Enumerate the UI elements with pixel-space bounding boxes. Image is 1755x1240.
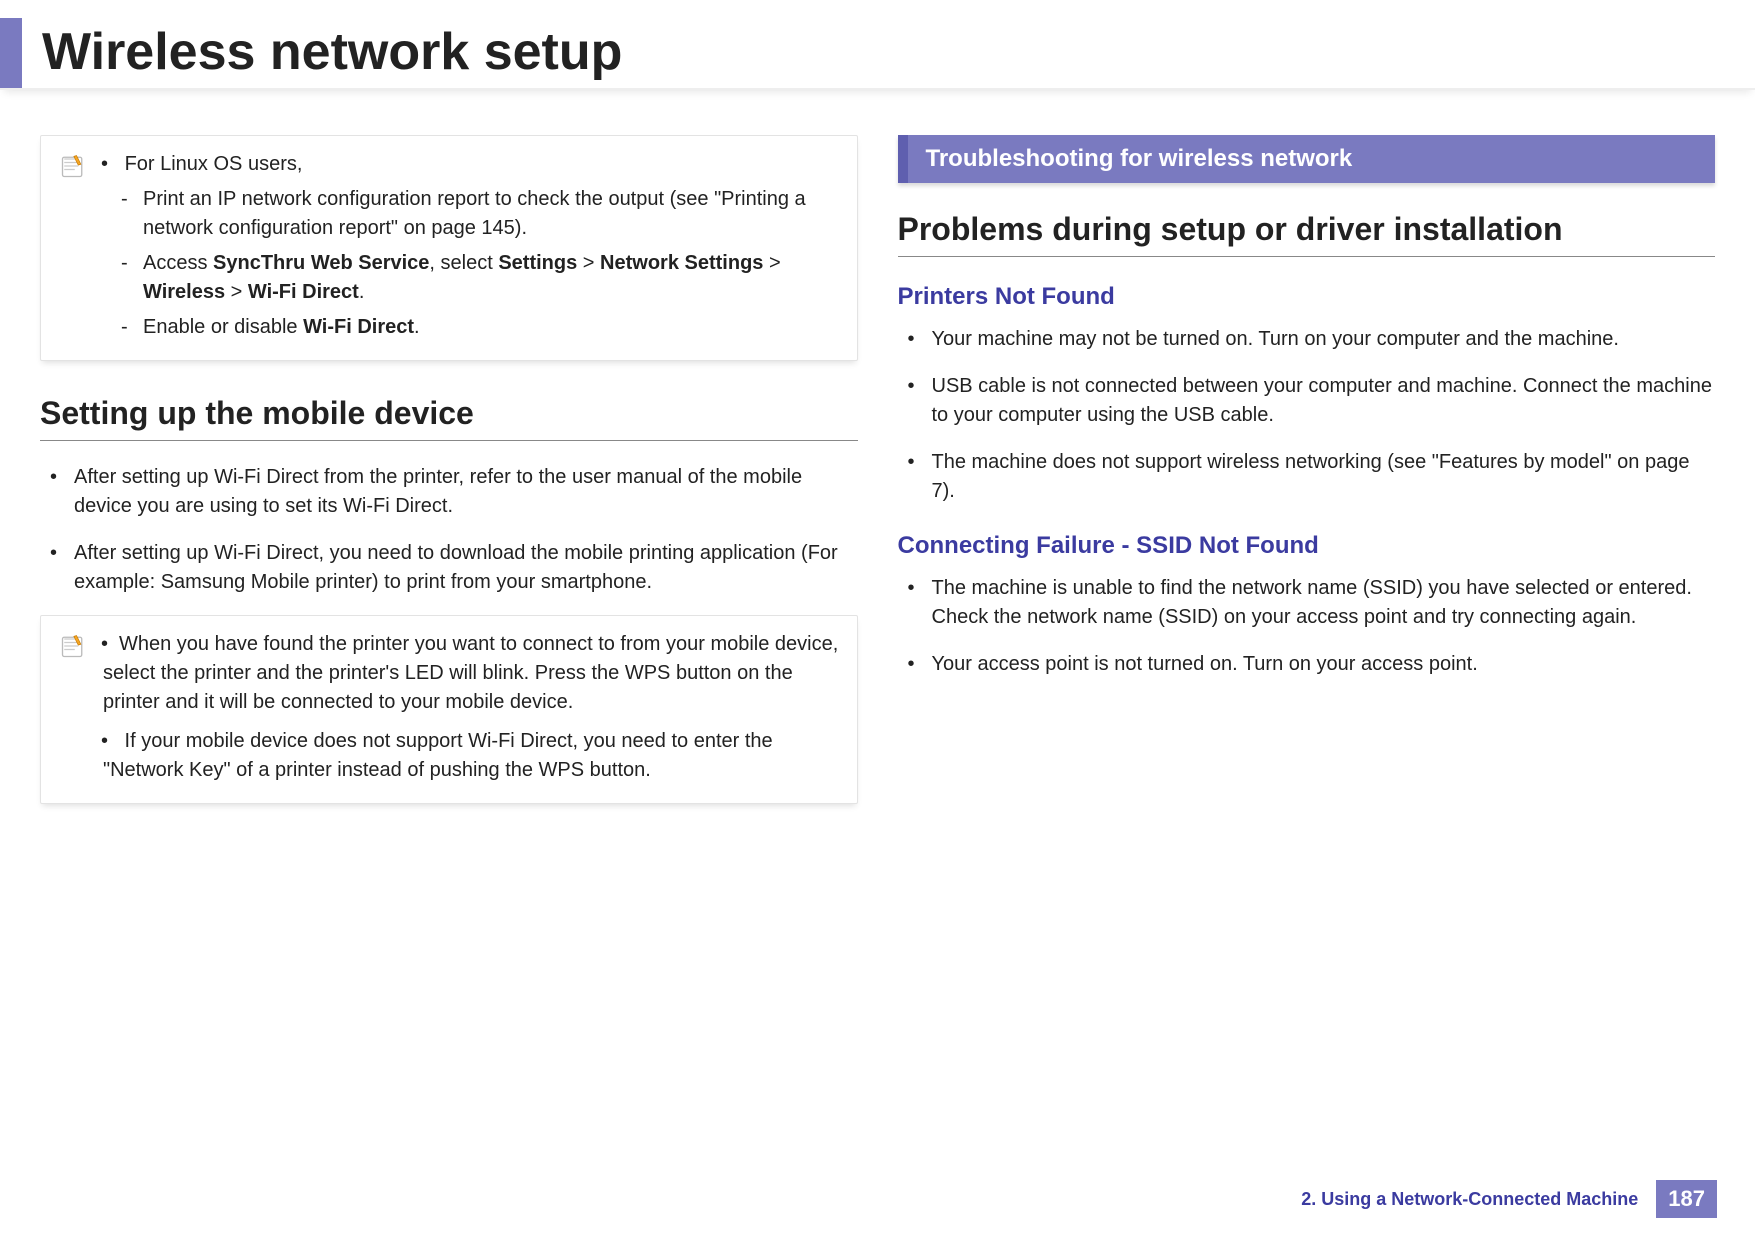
bullet-item: After setting up Wi-Fi Direct, you need … <box>40 539 858 597</box>
text: . <box>359 281 365 303</box>
text: . <box>414 316 420 338</box>
page-footer: 2. Using a Network-Connected Machine 187 <box>1301 1180 1717 1218</box>
bold-text: SyncThru Web Service <box>213 252 429 274</box>
section-bar-troubleshooting: Troubleshooting for wireless network <box>898 135 1716 183</box>
subheading-printers-not-found: Printers Not Found <box>898 283 1716 311</box>
bullet-item: The machine is unable to find the networ… <box>898 574 1716 632</box>
note-body: For Linux OS users, Print an IP network … <box>101 150 839 342</box>
right-column: Troubleshooting for wireless network Pro… <box>898 135 1716 838</box>
page-number: 187 <box>1656 1180 1717 1218</box>
bullet-item: Your machine may not be turned on. Turn … <box>898 325 1716 354</box>
dash-item: Print an IP network configuration report… <box>103 185 839 243</box>
text: Access <box>143 252 213 274</box>
bold-text: Network Settings <box>600 252 763 274</box>
text: > <box>577 252 600 274</box>
bullet-item: The machine does not support wireless ne… <box>898 448 1716 506</box>
bullet-item: Your access point is not turned on. Turn… <box>898 650 1716 679</box>
bold-text: Settings <box>498 252 577 274</box>
text: Enable or disable <box>143 316 303 338</box>
bullet-item: USB cable is not connected between your … <box>898 372 1716 430</box>
bullet-list: Your machine may not be turned on. Turn … <box>898 325 1716 506</box>
heading-problems: Problems during setup or driver installa… <box>898 211 1716 257</box>
dash-item: Access SyncThru Web Service, select Sett… <box>103 249 839 307</box>
bullet-list: After setting up Wi-Fi Direct from the p… <box>40 463 858 597</box>
bold-text: Wi-Fi Direct <box>248 281 359 303</box>
content-columns: For Linux OS users, Print an IP network … <box>0 120 1755 838</box>
bold-text: Wireless <box>143 281 225 303</box>
note-item: When you have found the printer you want… <box>101 630 839 717</box>
note-item: If your mobile device does not support W… <box>101 727 839 785</box>
note-icon <box>59 632 87 660</box>
note-box-mobile: When you have found the printer you want… <box>40 615 858 804</box>
page-title: Wireless network setup <box>42 25 622 88</box>
note-icon <box>59 152 87 180</box>
note-body: When you have found the printer you want… <box>101 630 839 785</box>
bullet-item: After setting up Wi-Fi Direct from the p… <box>40 463 858 521</box>
heading-mobile-setup: Setting up the mobile device <box>40 395 858 441</box>
bullet-list: The machine is unable to find the networ… <box>898 574 1716 679</box>
text: > <box>763 252 780 274</box>
dash-list: Print an IP network configuration report… <box>103 185 839 342</box>
text: > <box>225 281 248 303</box>
chapter-label: 2. Using a Network-Connected Machine <box>1301 1189 1638 1210</box>
dash-item: Enable or disable Wi-Fi Direct. <box>103 313 839 342</box>
bold-text: Wi-Fi Direct <box>303 316 414 338</box>
note-lead: For Linux OS users, <box>125 153 303 175</box>
note-box-linux: For Linux OS users, Print an IP network … <box>40 135 858 361</box>
left-column: For Linux OS users, Print an IP network … <box>40 135 858 838</box>
header-accent-bar <box>0 18 22 88</box>
text: , select <box>429 252 498 274</box>
page-header: Wireless network setup <box>0 0 1755 90</box>
subheading-ssid-not-found: Connecting Failure - SSID Not Found <box>898 532 1716 560</box>
